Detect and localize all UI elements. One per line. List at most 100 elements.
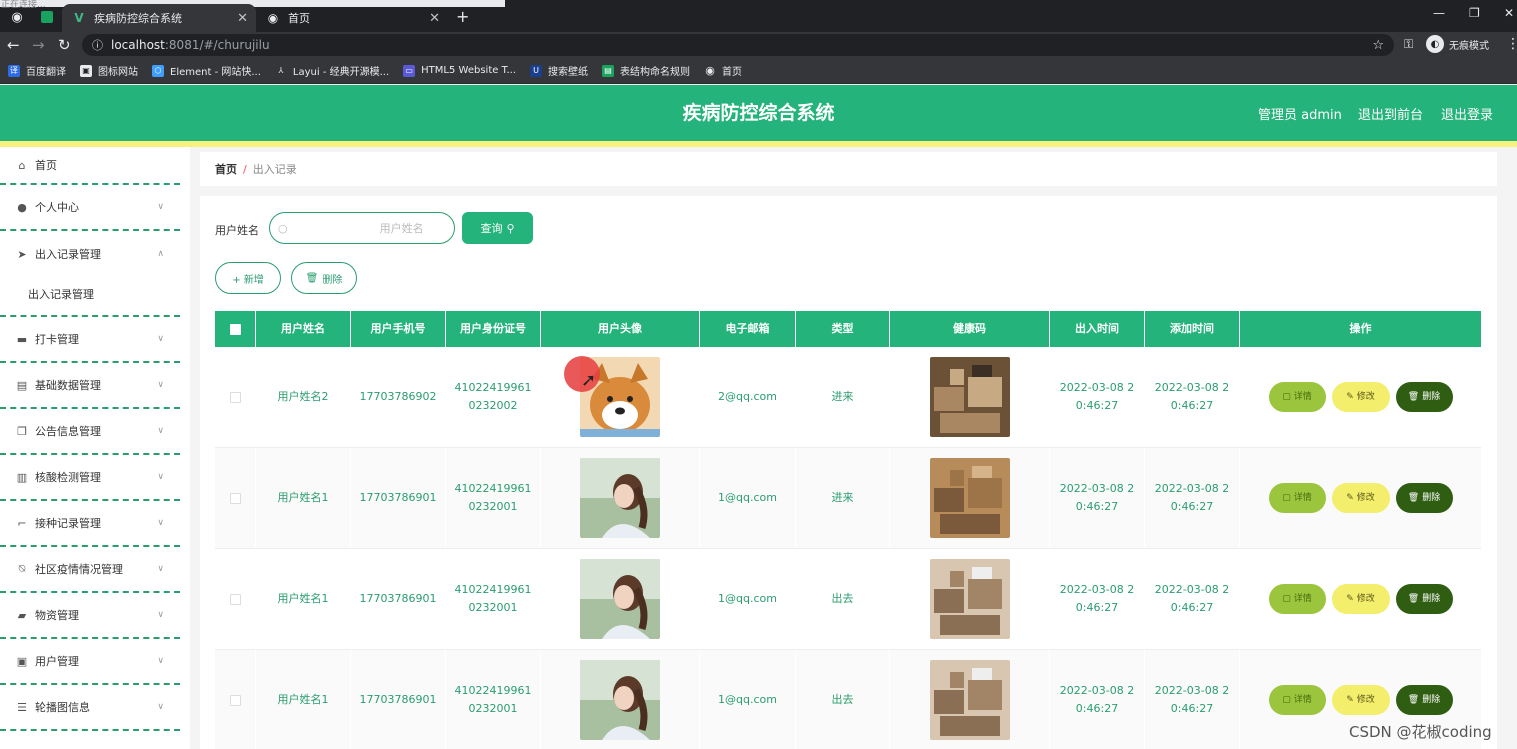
sidebar-item-personal[interactable]: ● 个人中心 ∨ xyxy=(0,185,180,231)
reload-icon[interactable]: ↻ xyxy=(58,36,71,54)
pinned-tab-sheet[interactable] xyxy=(36,6,58,28)
batch-delete-button[interactable]: 🗑 删除 xyxy=(291,262,357,294)
sidebar-item-label: 社区疫情情况管理 xyxy=(35,563,123,576)
row-select-cell[interactable] xyxy=(215,347,256,447)
back-icon[interactable]: ← xyxy=(7,36,20,54)
cell-health-code[interactable] xyxy=(890,448,1050,548)
edit-button[interactable]: ✎ 修改 xyxy=(1331,483,1390,513)
bookmark-item[interactable]: ⬡ Element - 网站快... xyxy=(152,63,261,78)
sidebar-item-carousel[interactable]: ☰ 轮播图信息 ∨ xyxy=(0,685,180,731)
bookmark-item[interactable]: ◉ 首页 xyxy=(704,63,742,78)
row-checkbox[interactable] xyxy=(229,492,241,504)
cell-health-code[interactable] xyxy=(890,650,1050,749)
row-checkbox[interactable] xyxy=(229,593,241,605)
maximize-icon[interactable]: ❐ xyxy=(1469,6,1480,20)
sidebar-item-vaccination[interactable]: ⌐ 接种记录管理 ∨ xyxy=(0,501,180,547)
close-icon[interactable]: ✕ xyxy=(237,11,248,26)
breadcrumb-home[interactable]: 首页 xyxy=(215,161,237,177)
column-header[interactable]: 用户身份证号 xyxy=(446,311,541,347)
sidebar-item-supplies[interactable]: ▰ 物资管理 ∨ xyxy=(0,593,180,639)
sidebar-item-access-records[interactable]: ➤ 出入记录管理 ∧ xyxy=(0,231,180,277)
cell-access-time: 2022-03-08 2 0:46:27 xyxy=(1050,650,1145,749)
delete-button[interactable]: 🗑 删除 xyxy=(1395,685,1453,715)
health-code-image xyxy=(929,458,1010,538)
watermark: CSDN @花椒coding xyxy=(1349,723,1492,741)
tab-home[interactable]: ◉ 首页 ✕ xyxy=(256,4,448,32)
bookmark-item[interactable]: U 搜索壁纸 xyxy=(530,63,588,78)
bookmark-label: 首页 xyxy=(722,67,743,78)
row-checkbox[interactable] xyxy=(229,391,241,403)
cell-avatar[interactable] xyxy=(541,549,700,649)
forward-icon[interactable]: → xyxy=(32,36,45,54)
column-header[interactable]: 出入时间 xyxy=(1050,311,1145,347)
incognito-indicator[interactable]: ◐ 无痕模式 xyxy=(1426,35,1489,53)
column-header[interactable]: 用户手机号 xyxy=(351,311,446,347)
url-input[interactable]: ⓘ localhost :8081/#/churujilu ☆ xyxy=(82,34,1394,56)
cell-email: 2@qq.com xyxy=(700,347,796,447)
bookmark-item[interactable]: ▭ HTML5 Website T... xyxy=(403,64,516,77)
back-to-front-link[interactable]: 退出到前台 xyxy=(1358,104,1423,123)
cell-health-code[interactable] xyxy=(890,549,1050,649)
bookmark-item[interactable]: ⅄ Layui - 经典开源模... xyxy=(275,63,389,78)
detail-button[interactable]: ▢ 详情 xyxy=(1268,483,1326,513)
cell-phone: 17703786901 xyxy=(351,650,446,749)
detail-button[interactable]: ▢ 详情 xyxy=(1268,584,1326,614)
sidebar-item-basic-data[interactable]: ▤ 基础数据管理 ∨ xyxy=(0,363,180,409)
column-header[interactable]: 类型 xyxy=(796,311,890,347)
row-select-cell[interactable] xyxy=(215,549,256,649)
add-button-label: + 新增 xyxy=(232,274,264,286)
search-input[interactable]: ○ 用户姓名 xyxy=(269,212,455,244)
chevron-down-icon: ∨ xyxy=(157,426,164,436)
bookmark-label: Layui - 经典开源模... xyxy=(292,67,390,78)
delete-button[interactable]: 🗑 删除 xyxy=(1395,584,1453,614)
bookmark-item[interactable]: ▣ 图标网站 xyxy=(80,63,138,78)
new-tab-icon[interactable]: + xyxy=(456,7,469,26)
add-button[interactable]: + 新增 xyxy=(215,262,281,294)
bookmark-icon: ⬡ xyxy=(152,64,164,77)
column-header[interactable]: 健康码 xyxy=(890,311,1050,347)
row-select-cell[interactable] xyxy=(215,650,256,749)
detail-button[interactable]: ▢ 详情 xyxy=(1268,685,1326,715)
star-icon[interactable]: ☆ xyxy=(1372,38,1384,53)
cell-health-code[interactable] xyxy=(890,347,1050,447)
sidebar-subitem-access-records[interactable]: 出入记录管理 xyxy=(0,273,180,317)
window-close-icon[interactable]: ✕ xyxy=(1504,6,1514,20)
tab-active[interactable]: V 疾病防控综合系统 ✕ xyxy=(62,4,256,32)
detail-button[interactable]: ▢ 详情 xyxy=(1268,382,1326,412)
sidebar-item-nucleic-test[interactable]: ▥ 核酸检测管理 ∨ xyxy=(0,455,180,501)
query-button[interactable]: 查询 ⚲ xyxy=(462,212,533,244)
column-header[interactable]: 电子邮箱 xyxy=(700,311,796,347)
minimize-icon[interactable]: — xyxy=(1433,6,1445,20)
sidebar-item-checkin[interactable]: ▬ 打卡管理 ∨ xyxy=(0,317,180,363)
delete-button[interactable]: 🗑 删除 xyxy=(1395,483,1453,513)
bookmark-item[interactable]: ▤ 表结构命名规则 xyxy=(602,63,690,78)
edit-button[interactable]: ✎ 修改 xyxy=(1331,584,1390,614)
sidebar-item-community-epidemic[interactable]: ⍉ 社区疫情情况管理 ∨ xyxy=(0,547,180,593)
avatar-image xyxy=(580,559,660,639)
sidebar-item-notices[interactable]: ❐ 公告信息管理 ∨ xyxy=(0,409,180,455)
row-checkbox[interactable] xyxy=(229,694,241,706)
info-icon[interactable]: ⓘ xyxy=(92,37,103,53)
column-header[interactable]: 用户姓名 xyxy=(256,311,351,347)
select-all-cell[interactable] xyxy=(215,311,256,347)
column-header[interactable]: 用户头像 xyxy=(541,311,700,347)
key-icon[interactable]: ⚿ xyxy=(1404,37,1413,52)
bookmark-item[interactable]: 译百度翻译 xyxy=(8,63,66,78)
row-select-cell[interactable] xyxy=(215,448,256,548)
kebab-menu-icon[interactable]: ⋮ xyxy=(1506,36,1517,52)
sidebar-item-users[interactable]: ▣ 用户管理 ∨ xyxy=(0,639,180,685)
cell-avatar[interactable] xyxy=(541,448,700,548)
cell-name: 用户姓名2 xyxy=(256,347,351,447)
close-icon[interactable]: ✕ xyxy=(429,11,440,26)
edit-button[interactable]: ✎ 修改 xyxy=(1331,685,1390,715)
pinned-tab-globe[interactable]: ◉ xyxy=(6,6,28,28)
edit-button[interactable]: ✎ 修改 xyxy=(1331,382,1390,412)
bookmark-icon: ▤ xyxy=(602,64,615,77)
sidebar-item-home[interactable]: ⌂ 首页 xyxy=(0,147,180,185)
cell-avatar[interactable] xyxy=(541,347,700,447)
column-header[interactable]: 添加时间 xyxy=(1145,311,1240,347)
delete-button[interactable]: 🗑 删除 xyxy=(1395,382,1453,412)
logout-link[interactable]: 退出登录 xyxy=(1441,104,1493,123)
cell-avatar[interactable] xyxy=(541,650,700,749)
select-all-checkbox[interactable] xyxy=(229,323,241,335)
